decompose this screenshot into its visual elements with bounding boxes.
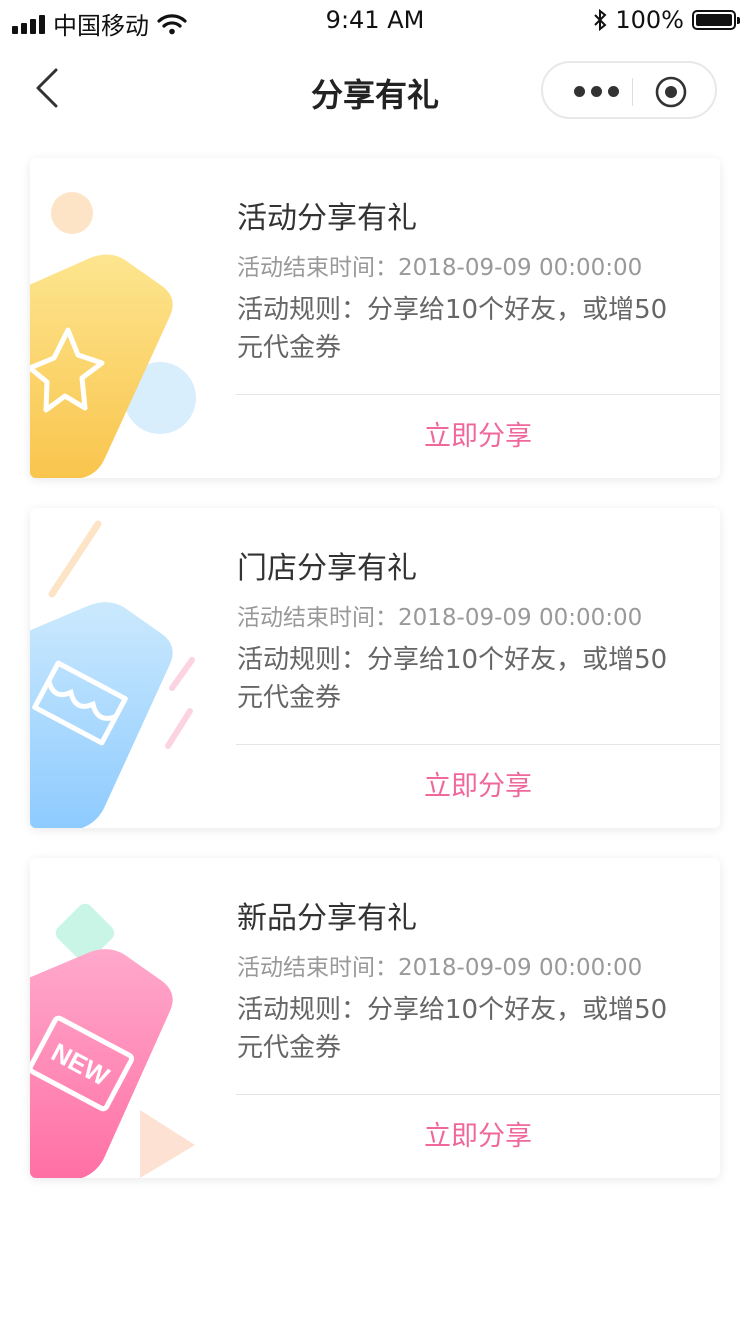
bluetooth-icon [594,8,607,32]
activity-card: NEW 新品分享有礼 活动结束时间：2018-09-09 00:00:00 活动… [30,858,720,1178]
status-bar: 中国移动 9:41 AM 100% [0,0,750,40]
nav-bar: 分享有礼 [0,40,750,140]
card-divider [236,744,720,745]
activity-illustration [30,192,196,478]
activity-rules: 活动规则：分享给10个好友，或增50元代金券 [237,645,668,713]
battery-icon [692,10,740,30]
share-now-button[interactable]: 立即分享 [236,396,720,478]
battery-percent: 100% [615,6,684,34]
share-now-button[interactable]: 立即分享 [236,746,720,828]
activity-end-time: 活动结束时间：2018-09-09 00:00:00 [237,955,643,981]
status-bar-right: 100% [593,6,740,34]
activity-illustration [30,520,195,828]
mini-program-capsule [541,61,717,119]
activity-end-time: 活动结束时间：2018-09-09 00:00:00 [237,605,643,631]
capsule-divider [632,78,633,106]
card-divider [236,1094,720,1095]
activity-card: 门店分享有礼 活动结束时间：2018-09-09 00:00:00 活动规则：分… [30,508,720,828]
more-dots-icon[interactable] [561,63,631,119]
activity-name: 活动分享有礼 [237,201,417,236]
activity-illustration: NEW [30,903,195,1178]
activity-rules: 活动规则：分享给10个好友，或增50元代金券 [237,995,668,1063]
target-circle-icon[interactable] [654,75,688,109]
activity-end-time: 活动结束时间：2018-09-09 00:00:00 [237,255,643,281]
card-divider [236,394,720,395]
activity-name: 新品分享有礼 [237,901,417,936]
activity-rules: 活动规则：分享给10个好友，或增50元代金券 [237,295,668,363]
activity-card: 活动分享有礼 活动结束时间：2018-09-09 00:00:00 活动规则：分… [30,158,720,478]
share-now-button[interactable]: 立即分享 [236,1096,720,1178]
activity-name: 门店分享有礼 [237,551,417,586]
